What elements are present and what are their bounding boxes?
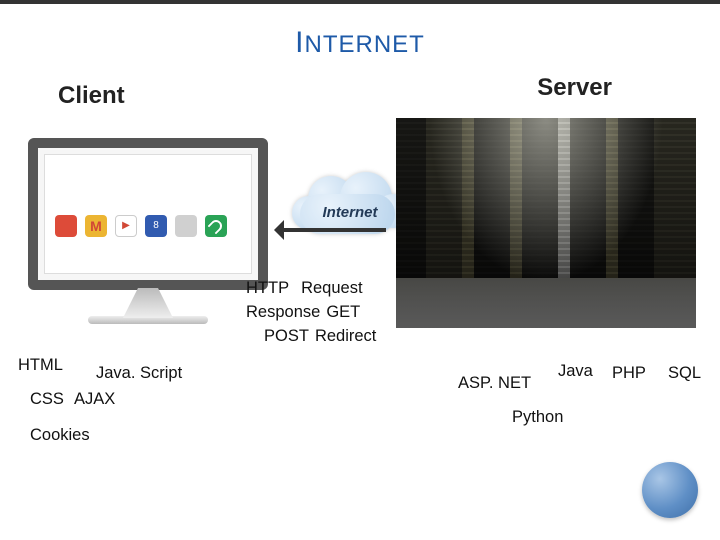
tech-php: PHP <box>612 364 646 383</box>
hangouts-icon <box>205 215 227 237</box>
tech-aspnet: ASP. NET <box>458 374 531 393</box>
term-redirect: Redirect <box>315 324 376 348</box>
slide-title: INTERNET <box>0 26 720 60</box>
browser-apps-row: 8 <box>55 215 241 237</box>
term-http: HTTP <box>246 276 289 300</box>
term-get: GET <box>326 300 360 324</box>
gmail-icon <box>85 215 107 237</box>
youtube-icon <box>115 215 137 237</box>
decorative-sphere <box>642 462 698 518</box>
google-plus-icon <box>55 215 77 237</box>
cloud-label: Internet <box>290 180 410 244</box>
tech-ajax: AJAX <box>74 390 115 409</box>
client-monitor: 8 <box>28 138 268 324</box>
client-heading: Client <box>58 82 125 110</box>
monitor-screen: 8 <box>28 138 268 290</box>
http-terms: HTTP Request Response GET POST Redirect <box>246 276 416 348</box>
tech-css: CSS <box>30 390 64 409</box>
browser-window: 8 <box>44 154 252 274</box>
monitor-stand <box>123 288 173 318</box>
term-post: POST <box>264 324 309 348</box>
tech-javascript: Java. Script <box>96 364 182 383</box>
tech-html: HTML <box>18 356 63 375</box>
internet-cloud: Internet <box>290 172 410 244</box>
tech-sql: SQL <box>668 364 701 383</box>
arrow-cloud-to-client <box>276 228 386 232</box>
misc-app-icon <box>175 215 197 237</box>
tech-cookies: Cookies <box>30 426 90 445</box>
tech-java: Java <box>558 362 593 381</box>
term-request: Request <box>301 276 362 300</box>
term-response: Response <box>246 300 320 324</box>
number-icon: 8 <box>145 215 167 237</box>
server-room-image <box>396 118 696 328</box>
title-rest: NTERNET <box>305 31 425 58</box>
tech-python: Python <box>512 408 563 427</box>
top-border <box>0 0 720 4</box>
title-first-letter: I <box>295 26 304 59</box>
server-heading: Server <box>537 74 612 102</box>
